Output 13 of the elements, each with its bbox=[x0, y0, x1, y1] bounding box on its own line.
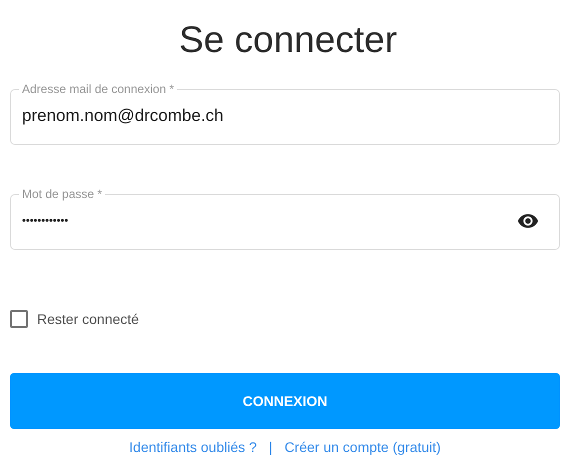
login-button[interactable]: CONNEXION bbox=[10, 373, 560, 429]
field-value: prenom.nom@drcombe.ch bbox=[22, 106, 539, 126]
field-value: •••••••••••• bbox=[22, 215, 517, 227]
password-field[interactable]: Mot de passe * •••••••••••• bbox=[10, 187, 560, 250]
email-field[interactable]: Adresse mail de connexion * prenom.nom@drcombe.ch bbox=[10, 82, 560, 145]
field-label: Mot de passe * bbox=[21, 187, 104, 201]
remember-checkbox[interactable] bbox=[10, 310, 28, 328]
field-label: Adresse mail de connexion * bbox=[21, 82, 176, 96]
remember-label: Rester connecté bbox=[37, 311, 139, 327]
page-title: Se connecter bbox=[178, 18, 398, 62]
link[interactable]: Identifiants oubliés ? bbox=[129, 439, 257, 455]
separator: | bbox=[268, 439, 274, 455]
link[interactable]: Créer un compte (gratuit) bbox=[284, 439, 441, 455]
